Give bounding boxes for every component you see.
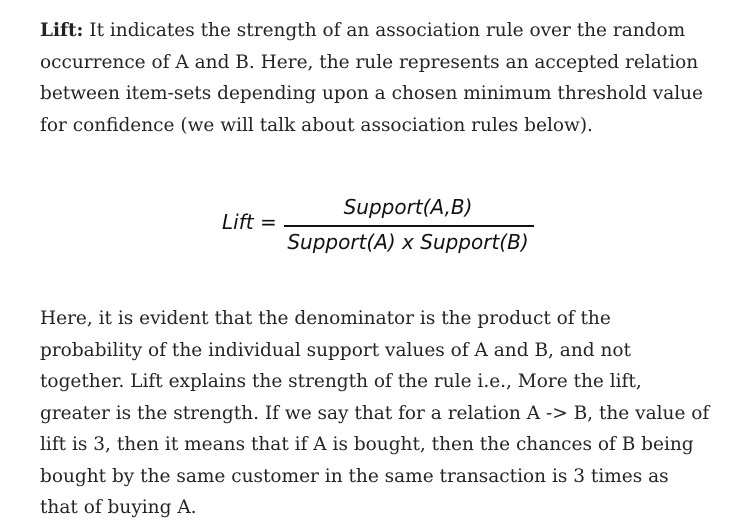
lift-definition-paragraph: Lift: It indicates the strength of an as… — [40, 15, 712, 141]
lift-term: Lift: — [40, 20, 84, 41]
lift-definition-text: It indicates the strength of an associat… — [40, 20, 704, 136]
lift-explanation-text: Here, it is evident that the denominator… — [40, 308, 710, 518]
formula-lhs: Lift = — [222, 210, 277, 234]
lift-explanation-paragraph: Here, it is evident that the denominator… — [40, 303, 712, 524]
fraction-bar — [284, 225, 534, 227]
formula-denominator: Support(A) x Support(B) — [287, 230, 529, 254]
lift-formula: Lift = Support(A,B) Support(A) x Support… — [0, 190, 744, 270]
formula-numerator: Support(A,B) — [343, 195, 473, 219]
